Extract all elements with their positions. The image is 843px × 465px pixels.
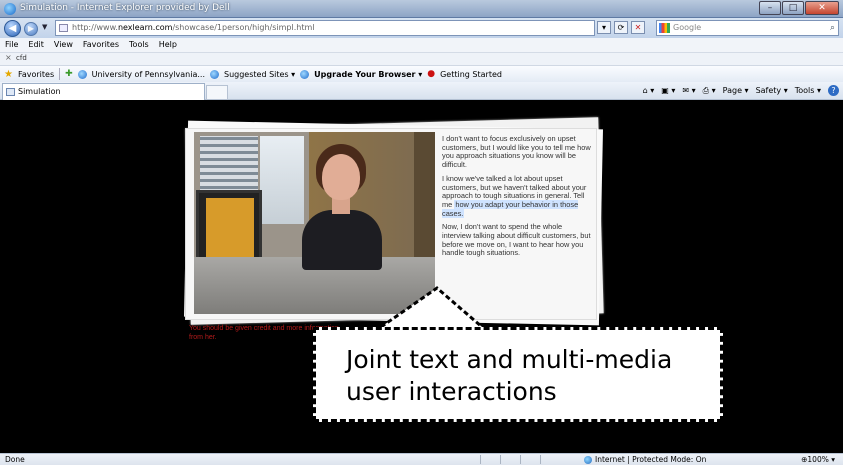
maximize-button[interactable]: □ xyxy=(782,1,804,15)
tools-menu[interactable]: Tools ▾ xyxy=(795,86,821,95)
favorite-link-getting-started[interactable]: Getting Started xyxy=(440,70,502,79)
page-menu[interactable]: Page ▾ xyxy=(723,86,749,95)
menu-edit[interactable]: Edit xyxy=(28,38,44,52)
forward-button[interactable]: ▶ xyxy=(24,22,38,36)
safety-menu[interactable]: Safety ▾ xyxy=(756,86,788,95)
tab-label: Simulation xyxy=(18,87,61,96)
dialogue-option-2-highlight: how you adapt your behavior in those cas… xyxy=(442,199,579,218)
security-zone[interactable]: Internet | Protected Mode: On xyxy=(584,454,706,465)
menu-bar: File Edit View Favorites Tools Help xyxy=(0,38,843,52)
ie-logo-icon xyxy=(4,3,16,15)
menu-file[interactable]: File xyxy=(5,38,18,52)
dialogue-option-1[interactable]: I don't want to focus exclusively on ups… xyxy=(442,134,592,170)
google-icon xyxy=(659,23,670,33)
command-bar: ⌂ ▾ ▣ ▾ ✉ ▾ ⎙ ▾ Page ▾ Safety ▾ Tools ▾ … xyxy=(643,85,839,96)
site-icon xyxy=(77,69,87,79)
status-bar: Done Internet | Protected Mode: On ⊕100%… xyxy=(0,453,843,465)
dialogue-option-2[interactable]: I know we've talked a lot about upset cu… xyxy=(442,174,592,219)
minimize-button[interactable]: – xyxy=(759,1,781,15)
search-icon[interactable]: ⌕ xyxy=(830,21,835,35)
favorites-bar: ★ Favorites ✚ University of Pennsylvania… xyxy=(0,65,843,82)
window-title: Simulation - Internet Explorer provided … xyxy=(20,3,230,13)
tab-simulation[interactable]: Simulation xyxy=(2,83,205,100)
annotation-callout: Joint text and multi-media user interact… xyxy=(313,327,723,422)
favorites-star-icon[interactable]: ★ xyxy=(4,69,13,80)
window-view xyxy=(260,136,304,224)
menu-favorites[interactable]: Favorites xyxy=(83,38,119,52)
address-tools: ▾ ⟳ ✕ xyxy=(597,21,645,34)
history-dropdown[interactable]: ▼ xyxy=(42,23,47,31)
compatibility-icon[interactable]: ▾ xyxy=(597,21,611,34)
zoom-level[interactable]: ⊕100% ▾ xyxy=(801,454,835,465)
add-favorite-icon[interactable]: ✚ xyxy=(65,69,73,79)
url-input[interactable]: http://www.nexlearn.com/showcase/1person… xyxy=(55,20,595,36)
print-icon[interactable]: ⎙ ▾ xyxy=(703,86,716,96)
divider xyxy=(59,68,61,80)
stop-icon[interactable]: ✕ xyxy=(631,21,645,34)
close-window-button[interactable]: ✕ xyxy=(805,1,839,15)
favorites-button[interactable]: Favorites xyxy=(18,70,54,79)
menu-tools[interactable]: Tools xyxy=(129,38,149,52)
favorite-link-upgrade-browser[interactable]: Upgrade Your Browser ▾ xyxy=(314,70,422,79)
interviewer-face xyxy=(322,154,360,200)
favorite-link-suggested-sites[interactable]: Suggested Sites ▾ xyxy=(224,70,295,79)
site-icon xyxy=(210,69,219,79)
interviewer-figure xyxy=(302,210,382,270)
page-icon xyxy=(59,24,68,32)
simulation-card: I don't want to focus exclusively on ups… xyxy=(185,128,597,320)
search-input[interactable]: Google ⌕ xyxy=(656,20,839,36)
security-zone-label: Internet | Protected Mode: On xyxy=(595,455,707,464)
find-bar: × cfd xyxy=(0,52,843,65)
url-path: /showcase/1person/high/simpl.html xyxy=(172,23,315,32)
address-bar: ◀ ▶ ▼ http://www.nexlearn.com/showcase/1… xyxy=(0,18,843,38)
globe-icon xyxy=(584,456,592,464)
home-icon[interactable]: ⌂ ▾ xyxy=(643,86,655,95)
url-prefix: http://www. xyxy=(72,23,118,32)
tab-bar: Simulation ⌂ ▾ ▣ ▾ ✉ ▾ ⎙ ▾ Page ▾ Safety… xyxy=(0,82,843,100)
mail-icon[interactable]: ✉ ▾ xyxy=(682,86,695,95)
help-icon[interactable]: ? xyxy=(828,85,839,96)
getting-started-icon: ● xyxy=(427,69,436,79)
menu-view[interactable]: View xyxy=(54,38,73,52)
site-icon xyxy=(300,69,310,79)
callout-text: Joint text and multi-media user interact… xyxy=(346,345,673,406)
page-icon xyxy=(6,88,15,96)
url-domain: nexlearn.com xyxy=(117,23,173,32)
search-placeholder: Google xyxy=(673,23,702,32)
back-button[interactable]: ◀ xyxy=(4,20,21,37)
menu-help[interactable]: Help xyxy=(159,38,177,52)
status-text: Done xyxy=(5,455,25,464)
feeds-icon[interactable]: ▣ ▾ xyxy=(661,86,675,95)
page-content: I don't want to focus exclusively on ups… xyxy=(0,101,843,453)
favorite-link-upenn[interactable]: University of Pennsylvania... xyxy=(92,70,205,79)
find-input[interactable]: cfd xyxy=(16,54,27,62)
dialogue-option-3[interactable]: Now, I don't want to spend the whole int… xyxy=(442,223,592,258)
close-find-icon[interactable]: × xyxy=(5,53,12,62)
dialogue-options: I don't want to focus exclusively on ups… xyxy=(442,134,592,263)
interviewer-video[interactable] xyxy=(194,132,435,314)
refresh-icon[interactable]: ⟳ xyxy=(614,21,628,34)
new-tab-button[interactable] xyxy=(206,85,228,100)
window-titlebar: Simulation - Internet Explorer provided … xyxy=(0,0,843,18)
window-controls: – □ ✕ xyxy=(759,1,839,15)
video-background xyxy=(414,132,435,257)
